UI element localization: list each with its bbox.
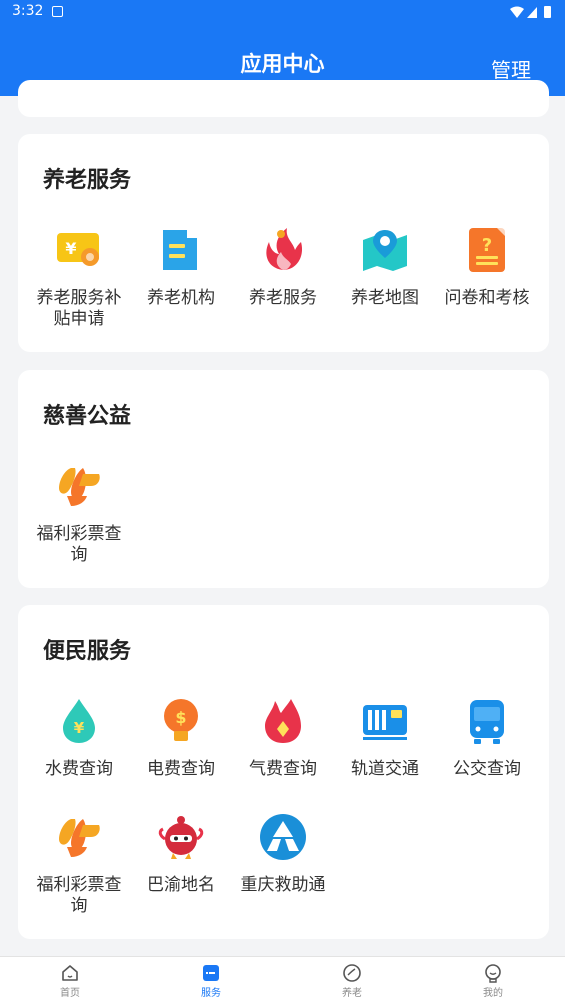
questionnaire-icon: ? <box>469 228 505 272</box>
tab-service[interactable]: 服务 <box>181 957 241 1004</box>
app-item-elderly-subsidy[interactable]: ¥ 养老服务补贴申请 <box>34 224 124 330</box>
rail-transit-icon <box>363 705 407 740</box>
app-item-label: 养老服务 <box>249 288 317 308</box>
app-item-bus[interactable]: 公交查询 <box>442 695 532 780</box>
app-item-elderly-institution[interactable]: 养老机构 <box>136 224 226 309</box>
section-charity: 慈善公益 福利彩票查询 <box>18 370 549 588</box>
gas-fee-icon <box>265 699 301 743</box>
app-item-gas-fee[interactable]: 气费查询 <box>238 695 328 780</box>
tab-profile[interactable]: 我的 <box>463 957 523 1004</box>
tab-home[interactable]: 首页 <box>40 957 100 1004</box>
section-elderly-services: 养老服务 ¥ 养老服务补贴申请 养老机构 养老服务 养老地图 ? 问卷和考核 <box>18 134 549 352</box>
section-convenience: 便民服务 ¥ 水费查询 $ 电费查询 气费查询 轨道交通 公交查询 福利彩票查询… <box>18 605 549 939</box>
welfare-lottery-icon <box>59 468 100 506</box>
app-item-chongqing-rescue[interactable]: 重庆救助通 <box>238 811 328 896</box>
section-title: 便民服务 <box>43 639 132 664</box>
institution-icon <box>163 230 197 270</box>
welfare-lottery-icon <box>59 819 100 857</box>
app-item-elderly-service[interactable]: 养老服务 <box>238 224 328 309</box>
app-item-label: 电费查询 <box>147 759 215 779</box>
app-item-electricity-fee[interactable]: $ 电费查询 <box>136 695 226 780</box>
tab-label: 首页 <box>60 988 80 999</box>
app-item-label: 轨道交通 <box>351 759 419 779</box>
elderly-map-icon <box>363 230 407 271</box>
app-item-label: 水费查询 <box>45 759 113 779</box>
tab-elderly[interactable]: 养老 <box>322 957 382 1004</box>
bus-icon <box>470 700 504 744</box>
app-item-label: 福利彩票查询 <box>36 524 122 565</box>
electricity-fee-icon: $ <box>164 699 198 741</box>
subsidy-ticket-icon: ¥ <box>57 233 99 266</box>
app-item-label: 气费查询 <box>249 759 317 779</box>
tab-label: 我的 <box>483 988 503 999</box>
water-fee-icon: ¥ <box>63 699 95 743</box>
app-item-welfare-lottery[interactable]: 福利彩票查询 <box>34 460 124 566</box>
app-item-questionnaire[interactable]: ? 问卷和考核 <box>442 224 532 309</box>
section-title: 慈善公益 <box>43 404 132 429</box>
app-item-bayu-place-name[interactable]: 巴渝地名 <box>136 811 226 896</box>
notification-icon <box>52 6 63 17</box>
manage-button[interactable]: 管理 <box>491 54 531 83</box>
app-item-label: 福利彩票查询 <box>36 875 122 916</box>
status-time: 3:32 <box>12 3 44 19</box>
app-item-welfare-lottery[interactable]: 福利彩票查询 <box>34 811 124 917</box>
previous-card <box>18 80 549 117</box>
bottom-tab-bar: 首页 服务 养老 我的 <box>0 956 565 1004</box>
svg-text:¥: ¥ <box>65 239 76 258</box>
app-item-label: 养老服务补贴申请 <box>36 288 122 329</box>
tab-label: 服务 <box>201 988 221 999</box>
service-icon <box>203 965 219 981</box>
app-item-label: 养老机构 <box>147 288 215 308</box>
page-title: 应用中心 <box>240 52 325 76</box>
app-item-label: 巴渝地名 <box>147 875 215 895</box>
app-item-rail-transit[interactable]: 轨道交通 <box>340 695 430 780</box>
elderly-service-icon <box>266 228 303 270</box>
app-item-label: 问卷和考核 <box>444 288 530 308</box>
app-item-water-fee[interactable]: ¥ 水费查询 <box>34 695 124 780</box>
profile-icon <box>485 964 501 983</box>
elderly-icon <box>343 964 361 982</box>
app-item-elderly-map[interactable]: 养老地图 <box>340 224 430 309</box>
app-item-label: 养老地图 <box>351 288 419 308</box>
svg-text:$: $ <box>175 708 186 727</box>
section-title: 养老服务 <box>43 168 132 193</box>
svg-text:¥: ¥ <box>74 719 85 737</box>
bayu-place-name-icon <box>158 816 204 859</box>
tab-label: 养老 <box>342 988 362 999</box>
home-icon <box>62 965 78 981</box>
app-item-label: 重庆救助通 <box>240 875 326 895</box>
app-item-label: 公交查询 <box>453 759 521 779</box>
svg-text:?: ? <box>482 235 492 256</box>
system-status-icons <box>510 6 551 18</box>
status-bar: 3:32 <box>0 0 565 24</box>
chongqing-rescue-icon <box>260 814 306 860</box>
